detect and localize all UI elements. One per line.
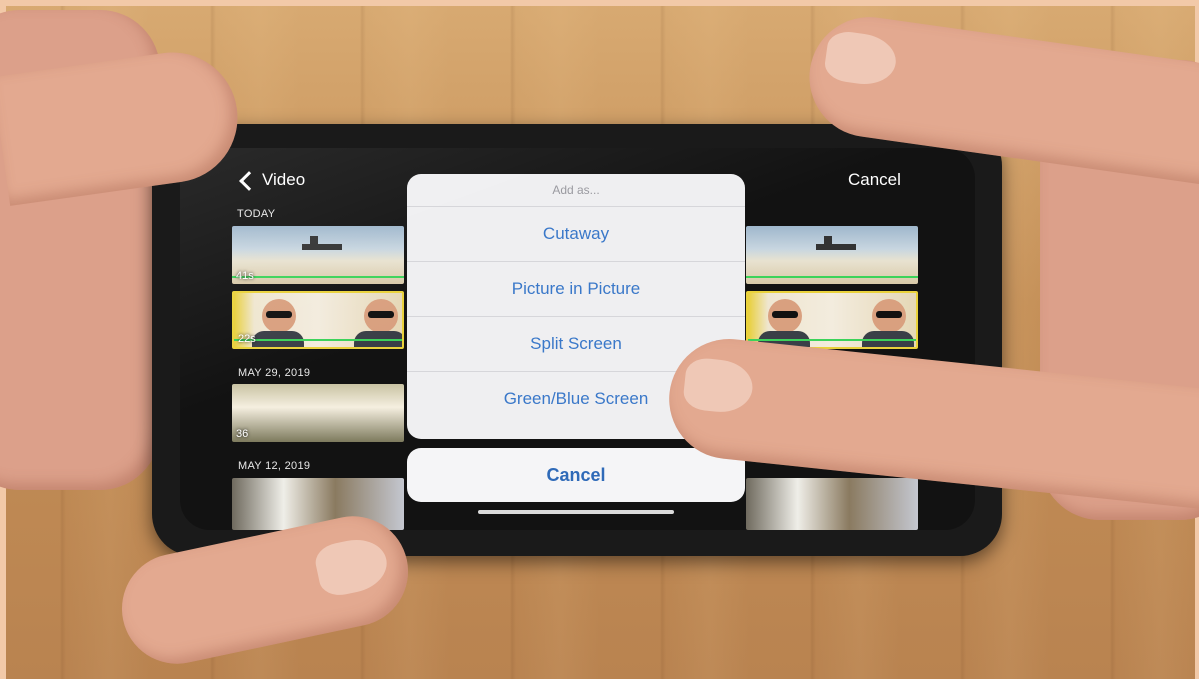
timeline-indicator [234, 339, 402, 341]
clip-duration: 41s [236, 270, 254, 282]
image-border [0, 0, 1199, 6]
clip-duration: 36 [236, 428, 249, 440]
video-clip-thumbnail[interactable]: 41s [232, 226, 404, 284]
cancel-nav-button[interactable]: Cancel [848, 170, 901, 190]
section-header-may-12: MAY 12, 2019 [238, 460, 311, 472]
timeline-indicator [746, 276, 918, 278]
clip-duration: 22s [238, 333, 256, 345]
back-button[interactable]: Video [239, 170, 306, 191]
action-sheet-title: Add as... [407, 174, 745, 207]
action-sheet-cancel-button[interactable]: Cancel [407, 448, 745, 502]
timeline-indicator [232, 276, 404, 278]
option-picture-in-picture[interactable]: Picture in Picture [407, 262, 745, 317]
chevron-left-icon [239, 170, 259, 191]
timeline-indicator [748, 339, 916, 341]
video-clip-thumbnail[interactable]: 36 [232, 384, 404, 442]
video-clip-thumbnail[interactable] [746, 226, 918, 284]
home-indicator[interactable] [478, 510, 674, 514]
section-header-today: TODAY [237, 208, 276, 220]
option-cutaway[interactable]: Cutaway [407, 207, 745, 262]
section-header-may-29: MAY 29, 2019 [238, 367, 311, 379]
video-clip-thumbnail-selected[interactable] [746, 291, 918, 349]
video-clip-thumbnail[interactable] [746, 478, 918, 530]
back-button-label: Video [262, 170, 306, 189]
video-clip-thumbnail-selected[interactable]: 22s [232, 291, 404, 349]
